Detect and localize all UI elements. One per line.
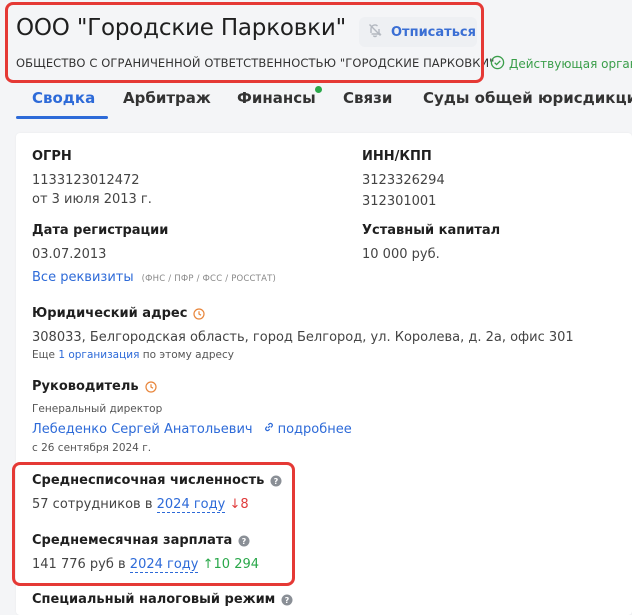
director-row: Лебеденко Сергей Анатольевич подробнее: [32, 421, 352, 437]
salary-value: 141 776 руб в: [32, 557, 126, 572]
company-title: ООО "Городские Парковки": [16, 15, 346, 41]
salary-change: ↑10 294: [202, 557, 260, 572]
svg-text:?: ?: [242, 537, 247, 546]
registration-label: Дата регистрации: [32, 223, 169, 238]
svg-text:?: ?: [285, 596, 290, 605]
salary-label-row: Среднемесячная зарплата ?: [32, 533, 250, 548]
status-badge: Действующая органи: [490, 55, 632, 73]
ogrn-label: ОГРН: [32, 149, 72, 164]
help-icon[interactable]: ?: [270, 475, 282, 487]
address-label-row: Юридический адрес: [32, 306, 206, 321]
headcount-year-link[interactable]: 2024 году: [156, 497, 226, 513]
tab-summary[interactable]: Сводка: [32, 89, 95, 107]
director-details-link[interactable]: подробнее: [263, 421, 352, 437]
all-requisites-link[interactable]: Все реквизиты: [32, 270, 134, 285]
director-details-text: подробнее: [277, 421, 352, 437]
address-more-prefix: Еще: [32, 349, 55, 361]
requisites-row: Все реквизиты (ФНС / ПФР / ФСС / РОССТАТ): [32, 270, 276, 285]
director-position: Генеральный директор: [32, 403, 163, 415]
check-circle-icon: [490, 55, 505, 73]
tab-arbitration[interactable]: Арбитраж: [123, 89, 211, 107]
director-name-link[interactable]: Лебеденко Сергей Анатольевич: [32, 422, 253, 437]
unsubscribe-button[interactable]: Отписаться: [359, 17, 477, 47]
tab-general-courts[interactable]: Суды общей юрисдикции: [423, 89, 632, 107]
ogrn-date: от 3 июля 2013 г.: [32, 192, 152, 207]
finance-notification-dot: [315, 86, 322, 93]
director-since: с 26 сентября 2024 г.: [32, 442, 152, 454]
director-label-row: Руководитель: [32, 379, 157, 394]
inn-kpp-label: ИНН/КПП: [362, 149, 432, 164]
salary-row: 141 776 руб в 2024 году ↑10 294: [32, 557, 260, 573]
help-icon[interactable]: ?: [281, 594, 293, 606]
headcount-label-row: Среднесписочная численность ?: [32, 473, 282, 488]
requisites-note: (ФНС / ПФР / ФСС / РОССТАТ): [141, 274, 276, 284]
capital-value: 10 000 руб.: [362, 247, 440, 262]
link-icon: [263, 421, 275, 437]
summary-card: ОГРН 1133123012472 от 3 июля 2013 г. ИНН…: [16, 133, 632, 615]
help-icon[interactable]: ?: [238, 535, 250, 547]
tax-regime-label-row: Специальный налоговый режим ?: [32, 592, 293, 607]
headcount-row: 57 сотрудников в 2024 году ↓8: [32, 497, 249, 513]
salary-year-link[interactable]: 2024 году: [129, 557, 199, 573]
headcount-value: 57 сотрудников в: [32, 497, 153, 512]
bell-off-icon: [367, 22, 383, 42]
same-address-link[interactable]: 1 организация: [58, 349, 139, 361]
capital-label: Уставный капитал: [362, 223, 501, 238]
address-label: Юридический адрес: [32, 306, 188, 321]
director-label: Руководитель: [32, 379, 139, 394]
registration-value: 03.07.2013: [32, 247, 107, 262]
tax-regime-label: Специальный налоговый режим: [32, 592, 276, 607]
address-more-suffix: по этому адресу: [142, 349, 234, 361]
headcount-label: Среднесписочная численность: [32, 473, 265, 488]
inn-value: 3123326294: [362, 173, 445, 188]
company-full-name: ОБЩЕСТВО С ОГРАНИЧЕННОЙ ОТВЕТСТВЕННОСТЬЮ…: [16, 56, 495, 70]
salary-label: Среднемесячная зарплата: [32, 533, 233, 548]
ogrn-value: 1133123012472: [32, 173, 140, 188]
clock-icon[interactable]: [193, 307, 206, 320]
headcount-change: ↓8: [229, 497, 249, 512]
tab-connections[interactable]: Связи: [343, 89, 392, 107]
address-more-row: Еще 1 организация по этому адресу: [32, 349, 234, 361]
company-header: ООО "Городские Парковки" Отписаться ОБЩЕ…: [0, 0, 632, 85]
kpp-value: 312301001: [362, 194, 437, 209]
svg-text:?: ?: [274, 477, 279, 486]
active-tab-indicator: [16, 116, 108, 119]
tab-bar: Сводка Арбитраж Финансы Связи Суды общей…: [0, 85, 632, 123]
status-text: Действующая органи: [509, 57, 632, 71]
address-value: 308033, Белгородская область, город Белг…: [32, 330, 574, 345]
clock-icon[interactable]: [145, 380, 157, 393]
unsubscribe-label: Отписаться: [391, 24, 476, 40]
tab-finance[interactable]: Финансы: [237, 89, 316, 107]
